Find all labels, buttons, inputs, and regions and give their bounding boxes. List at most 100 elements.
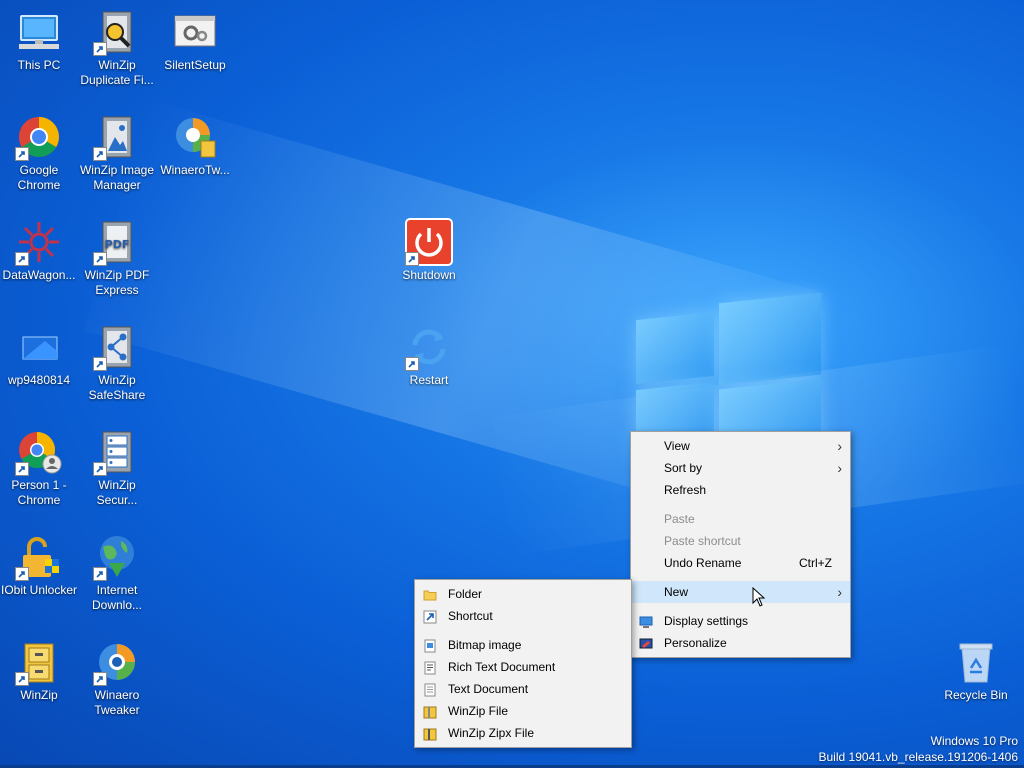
icon-label: WinZip Image Manager [79,163,155,192]
icon-label: DataWagon... [2,268,76,282]
icon-label: Restart [409,373,449,387]
menu-separator [631,501,850,508]
desktop-icon-google-chrome[interactable]: Google Chrome [0,113,78,193]
winzip-cabinet-icon [15,638,63,686]
keyboard-shortcut-label: Ctrl+Z [799,556,832,570]
icon-label: Shutdown [402,268,456,282]
menu-separator [631,574,850,581]
menu-item-sort-by[interactable]: Sort by › [631,457,850,479]
computer-icon [15,8,63,56]
desktop-context-menu: View › Sort by › Refresh Paste Paste sho… [630,431,851,658]
rich-text-document-icon [423,660,437,675]
submenu-item-shortcut[interactable]: Shortcut [415,605,631,627]
windows-build-watermark: Build 19041.vb_release.191206-1406 [818,750,1019,764]
menu-item-paste-shortcut[interactable]: Paste shortcut [631,530,850,552]
icon-label: Recycle Bin [944,688,1008,702]
datawagon-icon [15,218,63,266]
power-off-icon [405,218,453,266]
desktop-icon-winaerotweaker[interactable]: WinaeroTw... [156,113,234,178]
menu-item-new[interactable]: New › [631,581,850,603]
text-document-icon [423,682,437,697]
menu-item-paste[interactable]: Paste [631,508,850,530]
icon-label: WinZip Duplicate Fi... [80,58,154,87]
winzip-file-icon [423,704,437,719]
icon-label: WinZip [20,688,58,702]
icon-label: WinZip Secur... [96,478,138,507]
submenu-item-folder[interactable]: Folder [415,583,631,605]
desktop-icon-winaero-tweaker[interactable]: Winaero Tweaker [78,638,156,718]
restart-arrows-icon [405,323,453,371]
winzip-image-manager-icon [93,113,141,161]
shortcut-arrow-icon [405,252,419,266]
shortcut-arrow-icon [405,357,419,371]
desktop-icon-winzip-pdf-express[interactable]: PDF WinZip PDF Express [78,218,156,298]
shortcut-arrow-icon [15,567,29,581]
shortcut-arrow-icon [93,357,107,371]
shortcut-arrow-icon [15,147,29,161]
desktop-icon-iobit-unlocker[interactable]: IObit Unlocker [0,533,78,598]
menu-separator [631,603,850,610]
submenu-item-rich-text-document[interactable]: Rich Text Document [415,656,631,678]
desktop-icon-wp9480814[interactable]: wp9480814 [0,323,78,388]
desktop-icon-internet-download-manager[interactable]: Internet Downlo... [78,533,156,613]
icon-label: IObit Unlocker [0,583,78,597]
desktop-icon-person-1-chrome[interactable]: Person 1 - Chrome [0,428,78,508]
personalize-paint-icon [639,636,653,650]
display-monitor-icon [639,614,653,628]
submenu-item-winzip-file[interactable]: WinZip File [415,700,631,722]
globe-download-icon [93,533,141,581]
icon-label: WinaeroTw... [160,163,230,177]
winzip-pdf-icon: PDF [93,218,141,266]
icon-label: This PC [17,58,61,72]
unlocker-padlock-icon [15,533,63,581]
submenu-item-winzip-zipx-file[interactable]: WinZip Zipx File [415,722,631,744]
winzip-zipx-file-icon [423,726,437,741]
icon-label: Internet Downlo... [91,583,143,612]
desktop-icon-winzip-duplicate-finder[interactable]: WinZip Duplicate Fi... [78,8,156,88]
shortcut-arrow-icon [93,672,107,686]
menu-separator [415,627,631,634]
desktop-icon-this-pc[interactable]: This PC [0,8,78,73]
desktop-icon-winzip-safeshare[interactable]: WinZip SafeShare [78,323,156,403]
shortcut-arrow-icon [15,252,29,266]
icon-label: SilentSetup [164,58,226,72]
winaero-tweaker-icon [171,113,219,161]
desktop-icon-recycle-bin[interactable]: Recycle Bin [936,638,1016,703]
desktop-icon-silentsetup[interactable]: SilentSetup [156,8,234,73]
shortcut-arrow-icon [93,252,107,266]
mouse-pointer-icon [752,586,766,607]
icon-label: WinZip SafeShare [88,373,146,402]
shortcut-arrow-icon [15,672,29,686]
desktop-icon-shutdown[interactable]: Shutdown [390,218,468,283]
winaero-tweaker-icon [93,638,141,686]
desktop-icon-winzip-secure[interactable]: WinZip Secur... [78,428,156,508]
shortcut-arrow-icon [93,567,107,581]
menu-item-undo-rename[interactable]: Undo Rename Ctrl+Z [631,552,850,574]
winzip-duplicate-finder-icon [93,8,141,56]
shortcut-arrow-icon [15,462,29,476]
settings-window-icon [171,8,219,56]
menu-item-refresh[interactable]: Refresh [631,479,850,501]
windows-logo-wallpaper [636,290,826,462]
bitmap-image-icon [423,638,437,653]
icon-label: Person 1 - Chrome [11,478,67,507]
chrome-profile-icon [15,428,63,476]
submenu-item-text-document[interactable]: Text Document [415,678,631,700]
shortcut-arrow-icon [93,462,107,476]
winzip-safeshare-icon [93,323,141,371]
desktop-icon-restart[interactable]: Restart [390,323,468,388]
shortcut-arrow-icon [93,42,107,56]
windows-edition-watermark: Windows 10 Pro [930,734,1018,748]
shortcut-icon [423,609,437,624]
menu-item-display-settings[interactable]: Display settings [631,610,850,632]
image-file-icon [15,323,63,371]
shortcut-arrow-icon [93,147,107,161]
submenu-item-bitmap-image[interactable]: Bitmap image [415,634,631,656]
menu-item-view[interactable]: View › [631,435,850,457]
desktop-icon-winzip-image-manager[interactable]: WinZip Image Manager [78,113,156,193]
chrome-icon [15,113,63,161]
chevron-right-icon: › [837,460,842,476]
menu-item-personalize[interactable]: Personalize [631,632,850,654]
desktop-icon-winzip[interactable]: WinZip [0,638,78,703]
desktop-icon-datawagon[interactable]: DataWagon... [0,218,78,283]
